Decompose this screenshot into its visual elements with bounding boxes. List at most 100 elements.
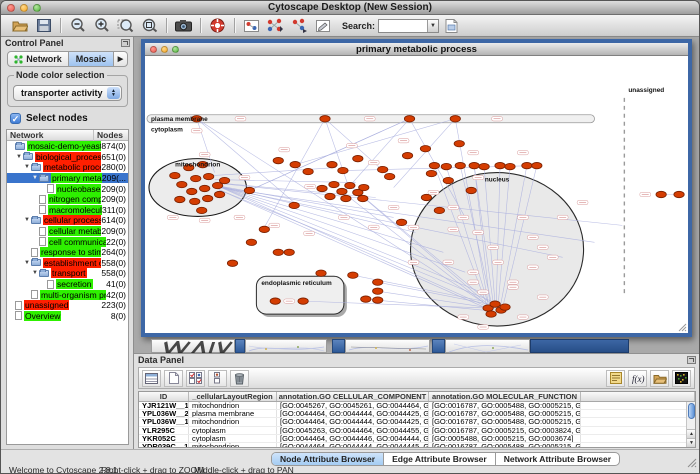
- network-node[interactable]: [373, 279, 383, 285]
- network-node[interactable]: [219, 177, 229, 183]
- network-node[interactable]: [298, 298, 308, 304]
- network-node[interactable]: [450, 116, 460, 122]
- table-column-header[interactable]: _cellularLayoutRegion: [189, 392, 277, 401]
- network-node[interactable]: [466, 187, 476, 193]
- network-node[interactable]: [495, 162, 505, 168]
- network-canvas[interactable]: plasma membranecytoplasmmitochondrionnuc…: [145, 56, 688, 333]
- background-frame-border[interactable]: [332, 339, 345, 353]
- network-node[interactable]: [325, 193, 335, 199]
- network-node[interactable]: [190, 198, 200, 204]
- tree-row[interactable]: response to stimulu264(0): [7, 247, 128, 258]
- network-node[interactable]: [486, 311, 496, 317]
- zoom-out-icon[interactable]: [68, 17, 87, 35]
- tree-row[interactable]: multi-organism pro42(0): [7, 289, 128, 300]
- network-node[interactable]: [191, 175, 201, 181]
- network-node[interactable]: [290, 161, 300, 167]
- attribute-label-icon[interactable]: [606, 370, 625, 387]
- attribute-table-icon[interactable]: [142, 370, 161, 387]
- network-node[interactable]: [674, 191, 684, 197]
- scrollbar-thumb[interactable]: [688, 403, 695, 419]
- float-panel-icon[interactable]: [121, 39, 130, 47]
- network-node[interactable]: [500, 304, 510, 310]
- network-node[interactable]: [441, 163, 451, 169]
- import-attributes-icon[interactable]: [650, 370, 669, 387]
- network-node[interactable]: [203, 173, 213, 179]
- network-node[interactable]: [317, 185, 327, 191]
- tree-row[interactable]: ▼metabolic process280(0): [7, 162, 128, 173]
- network-node[interactable]: [289, 202, 299, 208]
- tree-row[interactable]: secretion41(0): [7, 279, 128, 290]
- snapshot-camera-icon[interactable]: [174, 17, 193, 35]
- network-node[interactable]: [345, 182, 355, 188]
- table-row[interactable]: YPL036W__1mitochondrion[GO:0044464, GO:0…: [139, 418, 695, 426]
- network-node[interactable]: [455, 162, 465, 168]
- tree-row[interactable]: mosaic-demo-yeast874(0): [7, 141, 128, 152]
- matrix-view-icon[interactable]: [672, 370, 691, 387]
- network-node[interactable]: [348, 272, 358, 278]
- network-node[interactable]: [270, 298, 280, 304]
- tree-row[interactable]: ▼establishment of lo558(0): [7, 258, 128, 269]
- network-node[interactable]: [522, 162, 532, 168]
- network-node[interactable]: [378, 166, 388, 172]
- network-node[interactable]: [177, 181, 187, 187]
- network-node[interactable]: [373, 288, 383, 294]
- network-node[interactable]: [244, 187, 254, 193]
- tree-row[interactable]: ▼biological_process651(0): [7, 152, 128, 163]
- network-node[interactable]: [402, 152, 412, 158]
- zoom-selected-region-icon[interactable]: [116, 17, 135, 35]
- tab-node-attribute-browser[interactable]: Node Attribute Browser: [272, 453, 383, 465]
- network-node[interactable]: [361, 296, 371, 302]
- tree-expander-icon[interactable]: ▼: [15, 152, 23, 162]
- network-frame-titlebar[interactable]: primary metabolic process: [145, 43, 688, 56]
- network-node[interactable]: [479, 163, 489, 169]
- formula-builder-icon[interactable]: f(x): [628, 370, 647, 387]
- scroll-down-icon[interactable]: ▼: [687, 438, 696, 447]
- network-node[interactable]: [434, 207, 444, 213]
- tree-expander-icon[interactable]: ▼: [23, 258, 31, 268]
- select-nodes-checkbox[interactable]: ✓: [10, 113, 21, 124]
- network-node[interactable]: [187, 188, 197, 194]
- network-node[interactable]: [170, 172, 180, 178]
- network-node[interactable]: [532, 162, 542, 168]
- open-session-icon[interactable]: [10, 17, 29, 35]
- network-node[interactable]: [214, 191, 224, 197]
- table-column-header[interactable]: annotation.GO CELLULAR_COMPONENT: [277, 392, 429, 401]
- first-neighbors-icon[interactable]: [266, 17, 285, 35]
- network-node[interactable]: [384, 173, 394, 179]
- tree-row[interactable]: cell communicat22(0): [7, 236, 128, 247]
- background-frame-titlebar[interactable]: [530, 339, 629, 353]
- table-row[interactable]: YJR121W__1mitochondrion[GO:0045267, GO:0…: [139, 402, 695, 410]
- network-node[interactable]: [373, 297, 383, 303]
- tree-row[interactable]: unassigned223(0): [7, 300, 128, 311]
- network-node[interactable]: [454, 140, 464, 146]
- network-node[interactable]: [227, 260, 237, 266]
- network-node[interactable]: [469, 162, 479, 168]
- tree-col-nodes[interactable]: Nodes: [93, 130, 128, 141]
- background-frame[interactable]: [151, 339, 235, 353]
- tree-expander-icon[interactable]: ▼: [31, 268, 39, 278]
- tree-row[interactable]: cellular metabol209(0): [7, 226, 128, 237]
- background-frame[interactable]: [345, 339, 430, 353]
- table-row[interactable]: YKR052Ccytoplasm[GO:0044464, GO:0044446,…: [139, 435, 695, 443]
- background-frame-border[interactable]: [235, 339, 245, 353]
- expand-network-icon[interactable]: [290, 17, 309, 35]
- zoom-in-icon[interactable]: [92, 17, 111, 35]
- network-node[interactable]: [505, 163, 515, 169]
- tree-row[interactable]: ▼primary metabo209(...: [7, 173, 128, 184]
- tab-mosaic[interactable]: Mosaic: [68, 52, 114, 66]
- network-node[interactable]: [327, 161, 337, 167]
- network-node[interactable]: [197, 207, 207, 213]
- tree-row[interactable]: Overview8(0): [7, 311, 128, 322]
- network-node[interactable]: [284, 249, 294, 255]
- table-row[interactable]: YDR039C__1mitochondrion[GO:0044464, GO:0…: [139, 443, 695, 448]
- network-node[interactable]: [426, 170, 436, 176]
- network-node[interactable]: [359, 184, 369, 190]
- network-node[interactable]: [320, 116, 330, 122]
- network-node[interactable]: [490, 301, 500, 307]
- network-node[interactable]: [246, 239, 256, 245]
- network-node[interactable]: [175, 196, 185, 202]
- table-column-header[interactable]: ID: [139, 392, 189, 401]
- search-input[interactable]: [379, 20, 427, 32]
- network-node[interactable]: [443, 177, 453, 183]
- network-node[interactable]: [337, 188, 347, 194]
